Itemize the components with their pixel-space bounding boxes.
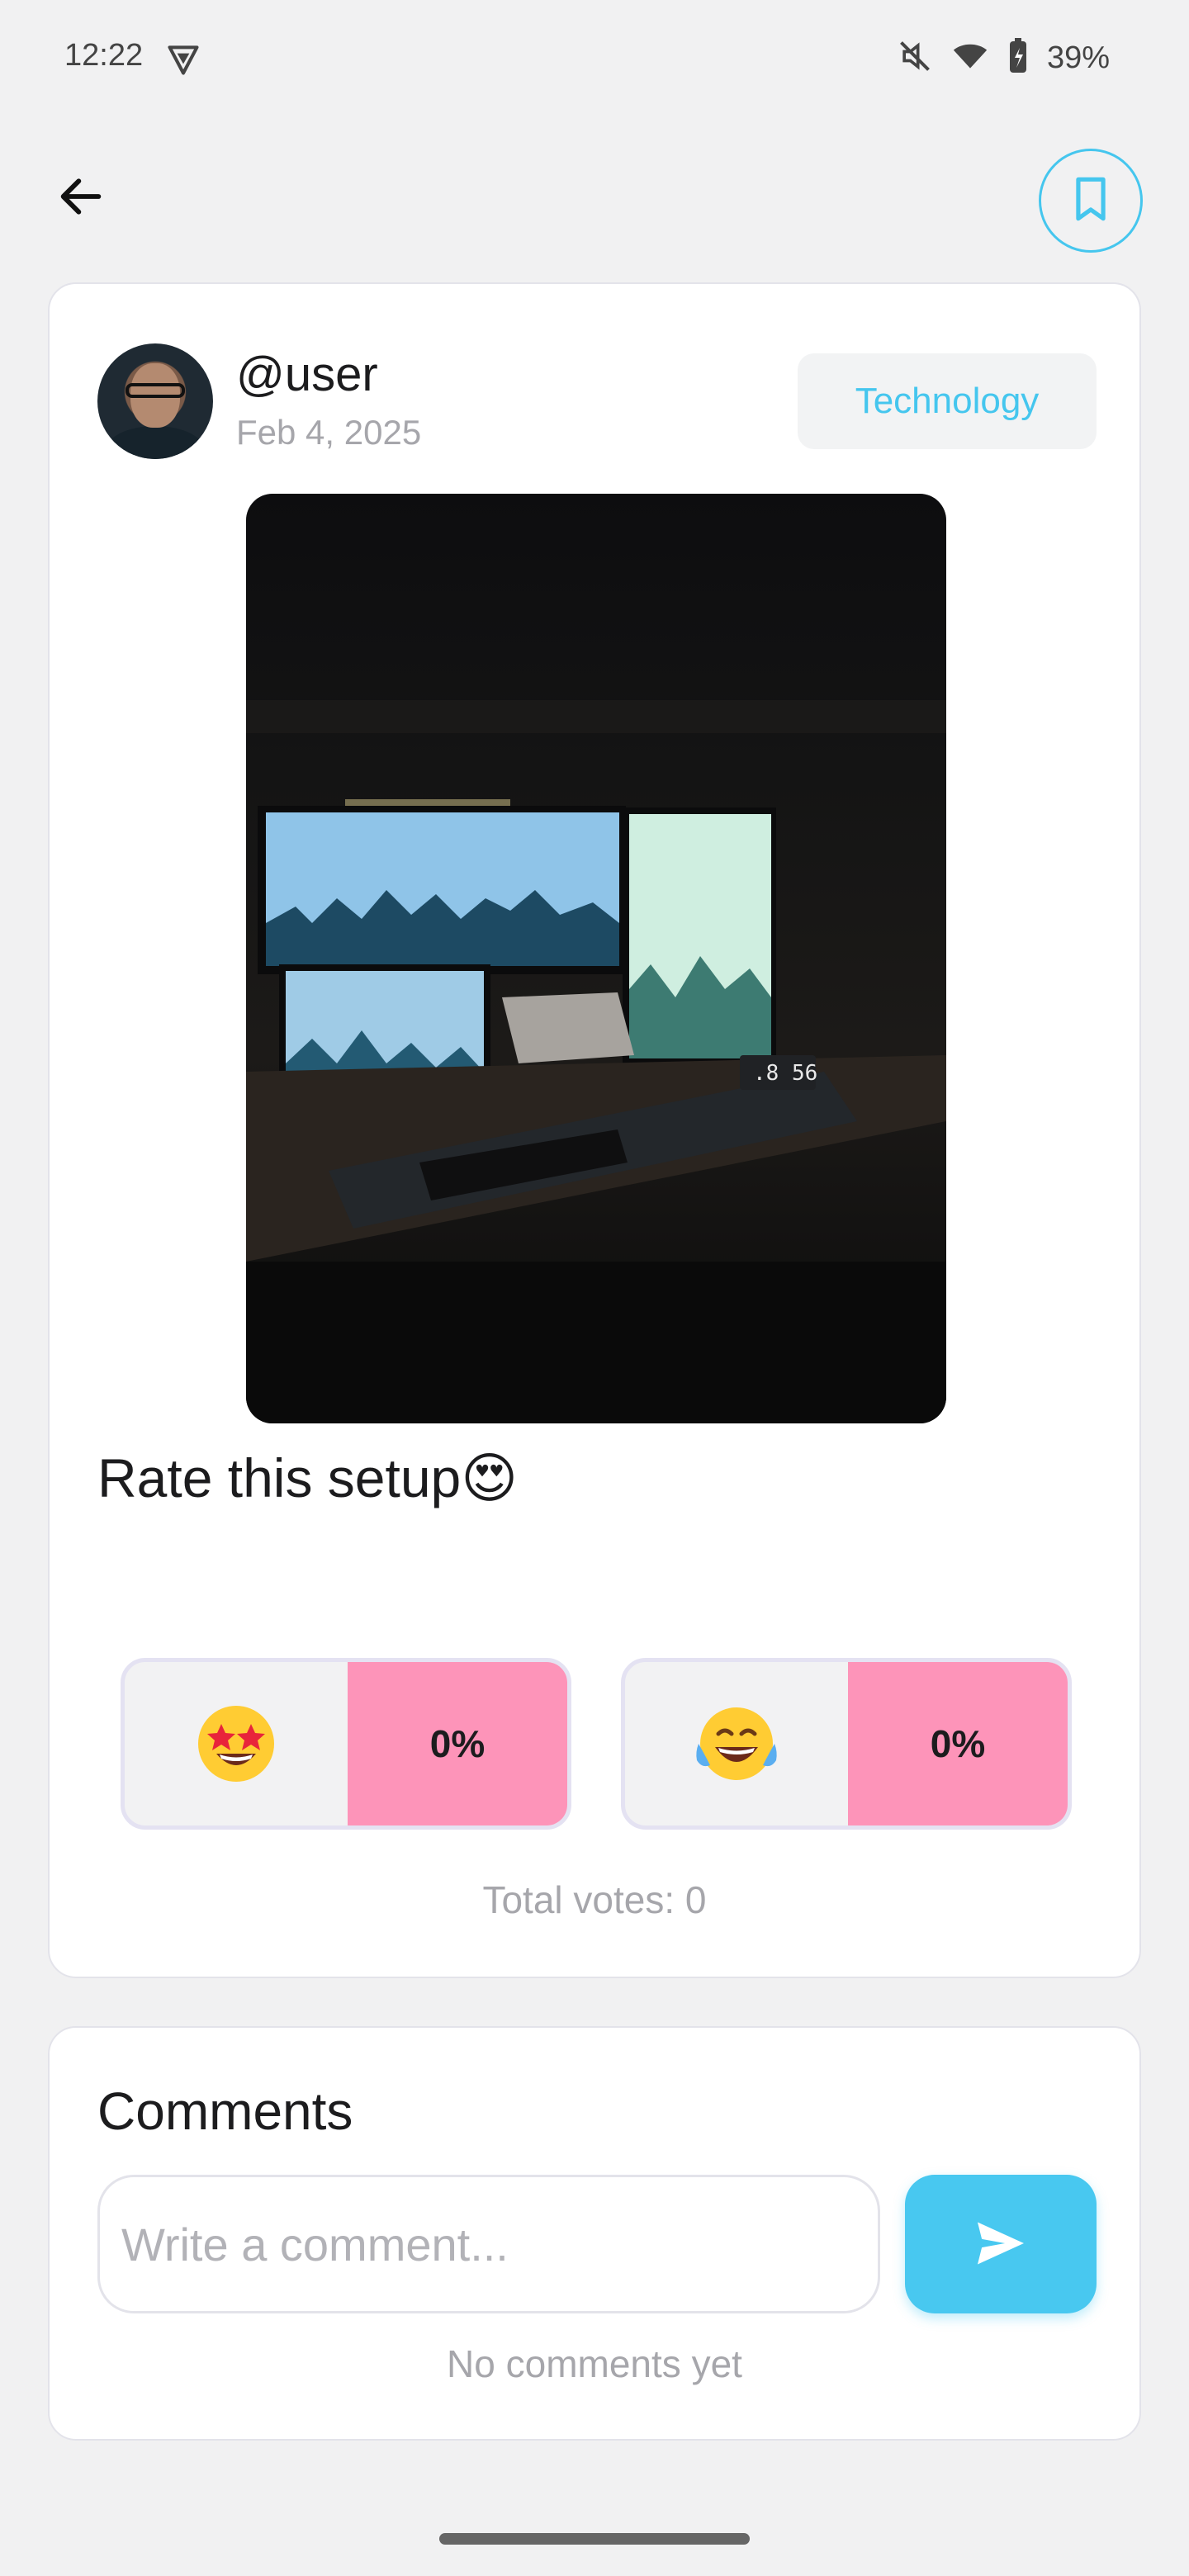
no-comments-text: No comments yet	[447, 2342, 742, 2385]
status-bar: 12:22 39%	[0, 0, 1189, 116]
username[interactable]: @user	[236, 347, 378, 402]
send-button[interactable]	[905, 2175, 1097, 2313]
vote-percent: 0%	[348, 1662, 567, 1825]
post-card: @user Feb 4, 2025 Technology .8 56 Rate …	[48, 282, 1141, 1978]
comment-input[interactable]	[97, 2175, 880, 2313]
arrow-left-icon	[54, 170, 107, 227]
status-icons: 39%	[897, 38, 1110, 78]
battery-percent: 39%	[1046, 40, 1110, 75]
home-indicator[interactable]	[439, 2533, 750, 2545]
vote-option-tears-of-joy[interactable]: 0%	[621, 1658, 1072, 1830]
category-tag[interactable]: Technology	[798, 353, 1097, 449]
avatar-glasses	[126, 383, 185, 398]
svg-text:.8 56: .8 56	[753, 1061, 817, 1086]
back-button[interactable]	[48, 165, 114, 231]
vote-option-star-struck[interactable]: 0%	[121, 1658, 571, 1830]
total-votes: Total votes: 0	[482, 1878, 707, 1921]
status-time: 12:22	[64, 38, 144, 73]
battery-icon	[1007, 38, 1029, 78]
comments-title: Comments	[97, 2081, 353, 2141]
post-image[interactable]: .8 56	[246, 494, 946, 1423]
wifi-icon	[951, 38, 989, 78]
post-caption: Rate this setup😍	[97, 1447, 519, 1508]
bookmark-button[interactable]	[1039, 149, 1143, 253]
comments-card: Comments No comments yet	[48, 2026, 1141, 2441]
star-struck-emoji-icon	[125, 1662, 348, 1825]
bookmark-icon	[1069, 176, 1112, 226]
avatar-suit	[106, 426, 205, 459]
send-icon	[974, 2220, 1027, 2269]
vpn-icon	[165, 41, 201, 78]
avatar[interactable]	[97, 343, 213, 459]
post-date: Feb 4, 2025	[236, 413, 422, 452]
mute-icon	[897, 38, 933, 78]
post-detail-screen: 12:22 39% @user Feb 4, 2025 Technology .…	[0, 0, 1189, 2576]
tears-of-joy-emoji-icon	[625, 1662, 848, 1825]
vote-percent: 0%	[848, 1662, 1068, 1825]
